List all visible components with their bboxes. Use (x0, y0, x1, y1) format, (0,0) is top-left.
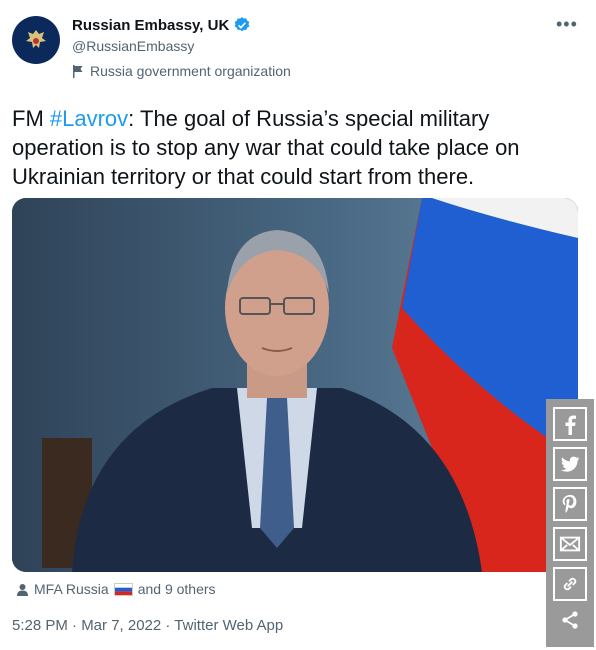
coat-of-arms-icon (19, 23, 53, 57)
more-options-icon[interactable]: ••• (556, 14, 578, 35)
tweet-card: Russian Embassy, UK @RussianEmbassy Russ… (0, 0, 596, 650)
tagged-primary[interactable]: MFA Russia (34, 581, 109, 597)
pinterest-icon[interactable] (553, 487, 587, 521)
verified-badge-icon (235, 17, 250, 32)
facebook-icon[interactable] (553, 407, 587, 441)
russia-flag-icon (113, 582, 133, 596)
tweet-photo[interactable] (12, 198, 578, 572)
tweet-prefix: FM (12, 106, 50, 131)
government-label: Russia government organization (72, 63, 291, 79)
flag-icon (73, 64, 83, 78)
author-avatar[interactable] (12, 16, 60, 64)
author-handle[interactable]: @RussianEmbassy (72, 38, 194, 54)
tagged-users[interactable]: MFA Russia and 9 others (16, 581, 216, 597)
link-icon[interactable] (553, 567, 587, 601)
portrait-image (12, 198, 578, 572)
tagged-others[interactable]: and 9 others (138, 581, 216, 597)
person-icon (17, 583, 28, 596)
hashtag-link[interactable]: #Lavrov (50, 106, 128, 131)
twitter-icon[interactable] (553, 447, 587, 481)
share-bar (546, 399, 594, 647)
author-display-name[interactable]: Russian Embassy, UK (72, 17, 229, 34)
tweet-timestamp[interactable]: 5:28 PM · Mar 7, 2022 · Twitter Web App (12, 617, 283, 634)
share-icon[interactable] (553, 607, 587, 633)
government-label-text: Russia government organization (90, 63, 291, 79)
tweet-text: FM #Lavrov: The goal of Russia’s special… (12, 104, 572, 191)
email-icon[interactable] (553, 527, 587, 561)
